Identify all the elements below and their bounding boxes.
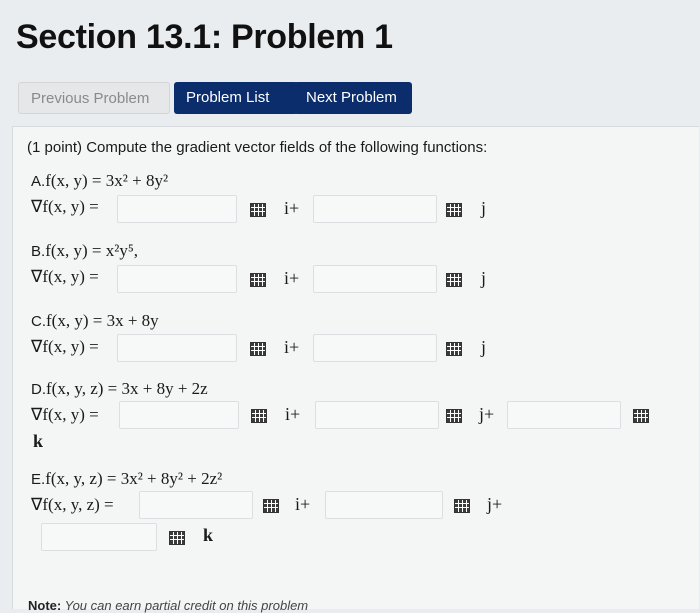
answer-a-i[interactable] (117, 195, 237, 223)
equation-palette-icon[interactable] (263, 499, 279, 513)
answer-a-j[interactable] (313, 195, 437, 223)
equation-palette-icon[interactable] (446, 273, 462, 287)
note-label: Note: (28, 598, 62, 613)
part-d-gradient: ∇f(x, y) = (31, 405, 99, 424)
answer-e-j[interactable] (325, 491, 443, 519)
equation-palette-icon[interactable] (250, 203, 266, 217)
answer-e-i[interactable] (139, 491, 253, 519)
answer-b-i[interactable] (117, 265, 237, 293)
equation-palette-icon[interactable] (169, 531, 185, 545)
equation-palette-icon[interactable] (446, 342, 462, 356)
unit-b-i: i+ (284, 268, 300, 288)
unit-e-i: i+ (295, 494, 311, 514)
answer-c-i[interactable] (117, 334, 237, 362)
partial-credit-note: Note: You can earn partial credit on thi… (28, 598, 308, 613)
unit-b-j: j (481, 268, 487, 288)
equation-palette-icon[interactable] (250, 273, 266, 287)
equation-palette-icon[interactable] (251, 409, 267, 423)
next-problem-button[interactable]: Next Problem (294, 82, 412, 114)
unit-a-j: j (481, 198, 487, 218)
problem-list-button[interactable]: Problem List (174, 82, 298, 114)
part-e-function: E.f(x, y, z) = 3x² + 8y² + 2z² (31, 469, 223, 488)
equation-palette-icon[interactable] (446, 203, 462, 217)
page-title: Section 13.1: Problem 1 (16, 18, 393, 56)
unit-d-j: j+ (479, 404, 495, 424)
part-c-function: C.f(x, y) = 3x + 8y (31, 311, 159, 330)
equation-palette-icon[interactable] (250, 342, 266, 356)
problem-body: (1 point) Compute the gradient vector fi… (12, 126, 699, 609)
unit-c-i: i+ (284, 337, 300, 357)
answer-c-j[interactable] (313, 334, 437, 362)
note-text: You can earn partial credit on this prob… (64, 598, 309, 613)
equation-palette-icon[interactable] (446, 409, 462, 423)
part-a-function: A.f(x, y) = 3x² + 8y² (31, 171, 169, 190)
unit-e-k: k (203, 525, 214, 545)
part-c-gradient: ∇f(x, y) = (31, 337, 99, 356)
part-e-gradient: ∇f(x, y, z) = (31, 495, 114, 514)
answer-e-k[interactable] (41, 523, 157, 551)
equation-palette-icon[interactable] (633, 409, 649, 423)
part-d-function: D.f(x, y, z) = 3x + 8y + 2z (31, 379, 208, 398)
part-a-gradient: ∇f(x, y) = (31, 197, 99, 216)
unit-d-k: k (33, 431, 44, 451)
problem-intro: (1 point) Compute the gradient vector fi… (27, 139, 488, 156)
unit-a-i: i+ (284, 198, 300, 218)
part-b-gradient: ∇f(x, y) = (31, 267, 99, 286)
answer-b-j[interactable] (313, 265, 437, 293)
answer-d-j[interactable] (315, 401, 439, 429)
unit-c-j: j (481, 337, 487, 357)
answer-d-i[interactable] (119, 401, 239, 429)
unit-e-j: j+ (487, 494, 503, 514)
previous-problem-button[interactable]: Previous Problem (18, 82, 170, 114)
unit-d-i: i+ (285, 404, 301, 424)
answer-d-k[interactable] (507, 401, 621, 429)
part-b-function: B.f(x, y) = x²y⁵, (31, 241, 139, 260)
equation-palette-icon[interactable] (454, 499, 470, 513)
